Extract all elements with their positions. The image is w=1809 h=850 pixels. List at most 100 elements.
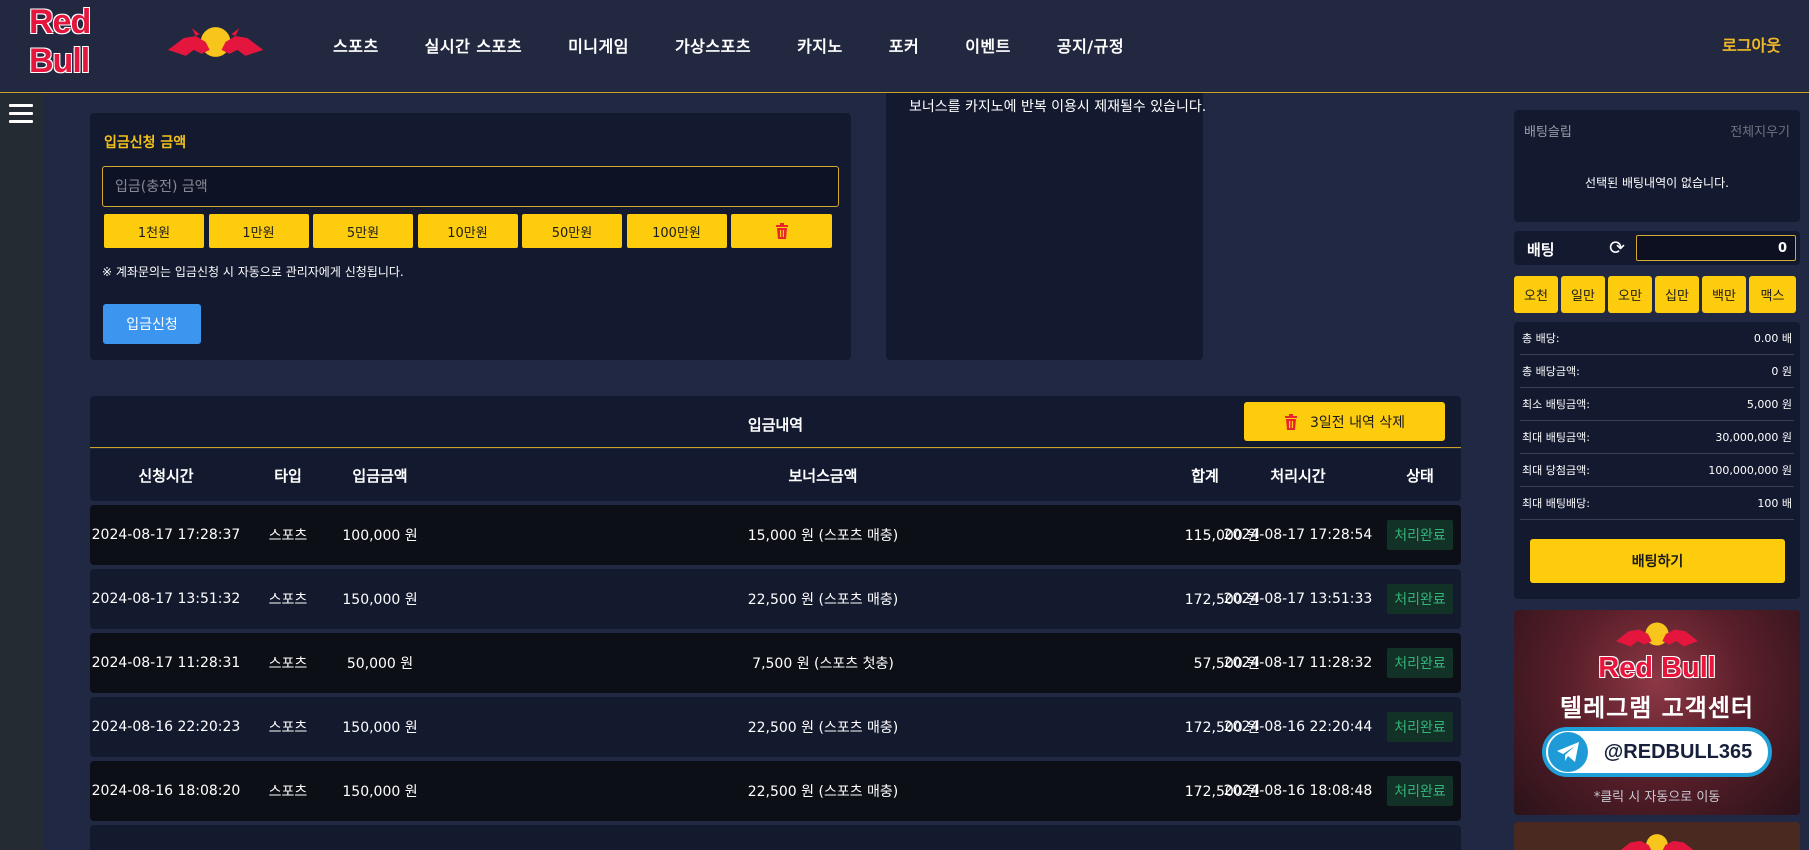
- notice-text: 보너스를 카지노에 반복 이용시 제재될수 있습니다.: [909, 99, 1207, 115]
- cell-processed-time: 2024-08-17 11:28:32: [1223, 655, 1373, 671]
- bull-logo-icon: [1620, 834, 1694, 850]
- nav-virtual-sports[interactable]: 가상스포츠: [675, 33, 751, 57]
- summary-value: 0.00 배: [1753, 332, 1792, 345]
- table-row: 2024-08-17 11:28:31 스포츠 50,000 원 7,500 원…: [90, 633, 1461, 693]
- cell-request-time: 2024-08-17 17:28:37: [91, 527, 241, 543]
- delete-old-history-button[interactable]: 3일전 내역 삭제: [1244, 402, 1445, 441]
- status-badge: 처리완료: [1387, 584, 1453, 614]
- clear-amount-button[interactable]: [731, 214, 832, 248]
- col-type: 타입: [274, 466, 302, 485]
- summary-value: 100 배: [1757, 497, 1792, 510]
- deposit-amount-input[interactable]: [102, 166, 839, 207]
- summary-value: 30,000,000 원: [1715, 431, 1792, 444]
- nav-poker[interactable]: 포커: [889, 33, 919, 57]
- summary-row: 최대 배팅금액: 30,000,000 원: [1520, 421, 1794, 454]
- cell-status: 처리완료: [1380, 761, 1460, 821]
- quick-bet-5k[interactable]: 오천: [1514, 276, 1558, 313]
- summary-label: 최대 배팅금액:: [1522, 431, 1590, 444]
- cell-status: 처리완료: [1380, 697, 1460, 757]
- cell-status: 처리완료: [1380, 569, 1460, 629]
- amount-button-10k[interactable]: 1만원: [208, 214, 309, 248]
- secondary-banner[interactable]: [1514, 822, 1800, 850]
- top-header: Red Bull 스포츠 실시간 스포츠 미니게임 가상스포츠 카지노 포커 이…: [0, 0, 1809, 93]
- summary-label: 최대 당첨금액:: [1522, 464, 1590, 477]
- amount-button-1k[interactable]: 1천원: [104, 214, 204, 248]
- cell-request-time: 2024-08-17 13:51:32: [91, 591, 241, 607]
- summary-row: 총 배당금액: 0 원: [1520, 355, 1794, 388]
- cell-bonus-amount: 22,500 원 (스포츠 매충): [747, 720, 899, 736]
- cell-processed-time: 2024-08-16 18:08:48: [1223, 783, 1373, 799]
- col-processed-time: 처리시간: [1270, 466, 1326, 485]
- nav-event[interactable]: 이벤트: [965, 33, 1011, 57]
- cell-request-time: 2024-08-16 22:20:23: [91, 719, 241, 735]
- cell-type: 스포츠: [268, 528, 308, 544]
- telegram-handle: @REDBULL365: [1603, 740, 1753, 763]
- quick-bet-50k[interactable]: 오만: [1608, 276, 1652, 313]
- summary-row: 최소 배팅금액: 5,000 원: [1520, 388, 1794, 421]
- summary-label: 최소 배팅금액:: [1522, 398, 1590, 411]
- nav-casino[interactable]: 카지노: [797, 33, 843, 57]
- bull-logo-icon: [167, 27, 264, 57]
- amount-button-100k[interactable]: 10만원: [417, 214, 518, 248]
- bet-label: 배팅: [1527, 241, 1555, 259]
- cell-deposit-amount: 50,000 원: [346, 656, 414, 672]
- cell-type: 스포츠: [268, 720, 308, 736]
- status-badge: 처리완료: [1387, 712, 1453, 742]
- cell-deposit-amount: 150,000 원: [342, 784, 418, 800]
- cell-bonus-amount: 15,000 원 (스포츠 매충): [747, 528, 899, 544]
- cell-bonus-amount: 22,500 원 (스포츠 매충): [747, 784, 899, 800]
- nav-minigame[interactable]: 미니게임: [568, 33, 629, 57]
- status-badge: 처리완료: [1387, 776, 1453, 806]
- col-request-time: 신청시간: [138, 466, 194, 485]
- status-badge: 처리완료: [1387, 648, 1453, 678]
- amount-button-50k[interactable]: 5만원: [313, 214, 413, 248]
- bet-amount-input[interactable]: [1636, 235, 1796, 261]
- cell-bonus-amount: 7,500 원 (스포츠 첫충): [752, 656, 894, 672]
- menu-icon[interactable]: [9, 104, 33, 124]
- place-bet-button[interactable]: 배팅하기: [1530, 539, 1785, 583]
- summary-label: 최대 배팅배당:: [1522, 497, 1590, 510]
- banner-title: 텔레그램 고객센터: [1560, 694, 1754, 722]
- delete-old-history-label: 3일전 내역 삭제: [1309, 414, 1406, 431]
- history-header: 입금내역 3일전 내역 삭제: [90, 396, 1461, 448]
- cell-processed-time: 2024-08-17 17:28:54: [1223, 527, 1373, 543]
- table-row: [90, 825, 1461, 850]
- notice-panel: 보너스를 카지노에 반복 이용시 제재될수 있습니다.: [886, 93, 1207, 360]
- table-row: 2024-08-17 13:51:32 스포츠 150,000 원 22,500…: [90, 569, 1461, 629]
- brand-logo[interactable]: Red Bull: [29, 3, 265, 80]
- refresh-icon[interactable]: ⟳: [1609, 237, 1625, 259]
- bet-slip-empty-text: 선택된 배팅내역이 없습니다.: [1585, 176, 1729, 190]
- table-row: 2024-08-16 18:08:20 스포츠 150,000 원 22,500…: [90, 761, 1461, 821]
- banner-brand: Red Bull: [1598, 652, 1716, 684]
- bull-logo-icon: [1616, 622, 1698, 647]
- deposit-note: ※ 계좌문의는 입금신청 시 자동으로 관리자에게 신청됩니다.: [102, 265, 404, 279]
- summary-label: 총 배당:: [1522, 332, 1560, 345]
- banner-note: *클릭 시 자동으로 이동: [1593, 790, 1721, 805]
- nav-live-sports[interactable]: 실시간 스포츠: [425, 33, 522, 57]
- amount-button-500k[interactable]: 50만원: [522, 214, 622, 248]
- quick-bet-1m[interactable]: 백만: [1702, 276, 1746, 313]
- col-deposit-amount: 입금금액: [352, 466, 408, 485]
- cell-request-time: 2024-08-17 11:28:31: [91, 655, 241, 671]
- logout-link[interactable]: 로그아웃: [1722, 32, 1781, 56]
- bet-slip-title: 배팅슬립: [1524, 125, 1572, 140]
- cell-processed-time: 2024-08-17 13:51:33: [1223, 591, 1373, 607]
- amount-button-1m[interactable]: 100만원: [626, 214, 727, 248]
- status-badge: 처리완료: [1387, 520, 1453, 550]
- summary-row: 최대 당첨금액: 100,000,000 원: [1520, 454, 1794, 487]
- bet-summary: 총 배당: 0.00 배 총 배당금액: 0 원 최소 배팅금액: 5,000 원 최…: [1514, 322, 1800, 599]
- telegram-support-banner[interactable]: Red Bull 텔레그램 고객센터 @REDBULL365 *클릭 시 자동으…: [1514, 610, 1800, 815]
- bet-slip-panel: 배팅슬립 전체지우기 선택된 배팅내역이 없습니다.: [1514, 110, 1800, 222]
- nav-notice-rules[interactable]: 공지/규정: [1057, 33, 1124, 57]
- clear-all-link[interactable]: 전체지우기: [1730, 121, 1790, 140]
- quick-bet-100k[interactable]: 십만: [1655, 276, 1699, 313]
- nav-sports[interactable]: 스포츠: [333, 33, 379, 57]
- deposit-title: 입금신청 금액: [104, 135, 187, 151]
- cell-type: 스포츠: [268, 784, 308, 800]
- telegram-handle-pill: @REDBULL365: [1542, 727, 1772, 777]
- telegram-icon: [1548, 732, 1588, 772]
- cell-status: 처리완료: [1380, 633, 1460, 693]
- quick-bet-10k[interactable]: 일만: [1561, 276, 1605, 313]
- quick-bet-max[interactable]: 맥스: [1749, 276, 1796, 313]
- deposit-submit-button[interactable]: 입금신청: [103, 304, 201, 344]
